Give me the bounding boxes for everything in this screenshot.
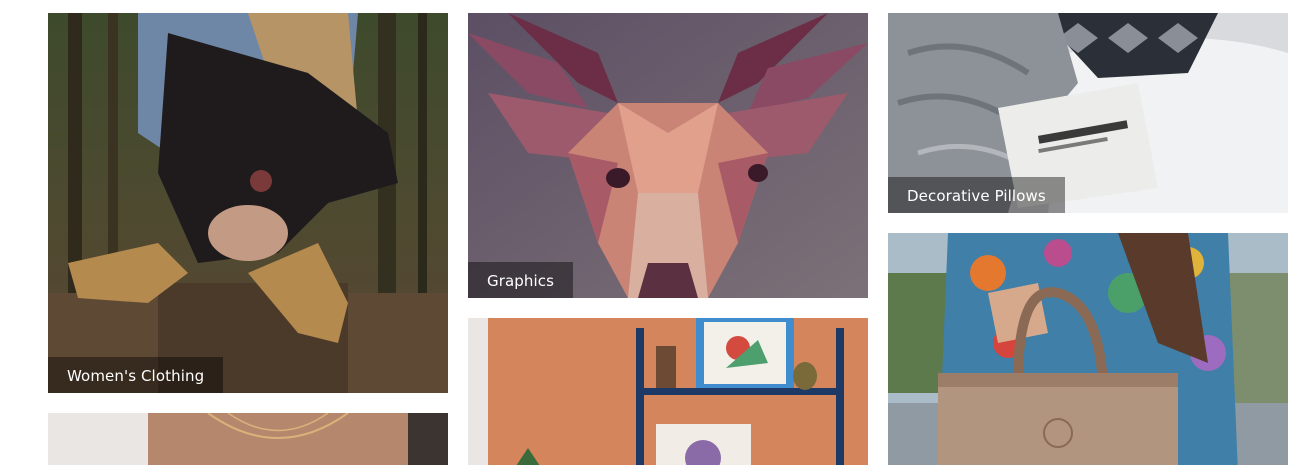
category-label: Decorative Pillows <box>888 177 1065 213</box>
category-tile-jewelry[interactable] <box>48 413 448 465</box>
category-label: Graphics <box>468 262 574 298</box>
category-tile-decorative-pillows[interactable]: Decorative Pillows <box>888 13 1288 213</box>
bags-image <box>888 233 1288 465</box>
category-tile-bags[interactable] <box>888 233 1288 465</box>
category-label: Women's Clothing <box>48 357 224 393</box>
category-tile-womens-clothing[interactable]: Women's Clothing <box>48 13 448 393</box>
category-grid: Women's Clothing Graphics Decorative Pil… <box>0 0 1316 465</box>
jewelry-image <box>48 413 448 465</box>
womens-clothing-image <box>48 13 448 393</box>
home-decor-image <box>468 318 868 465</box>
category-tile-home-decor[interactable] <box>468 318 868 465</box>
category-tile-graphics[interactable]: Graphics <box>468 13 868 298</box>
graphics-image <box>468 13 868 298</box>
